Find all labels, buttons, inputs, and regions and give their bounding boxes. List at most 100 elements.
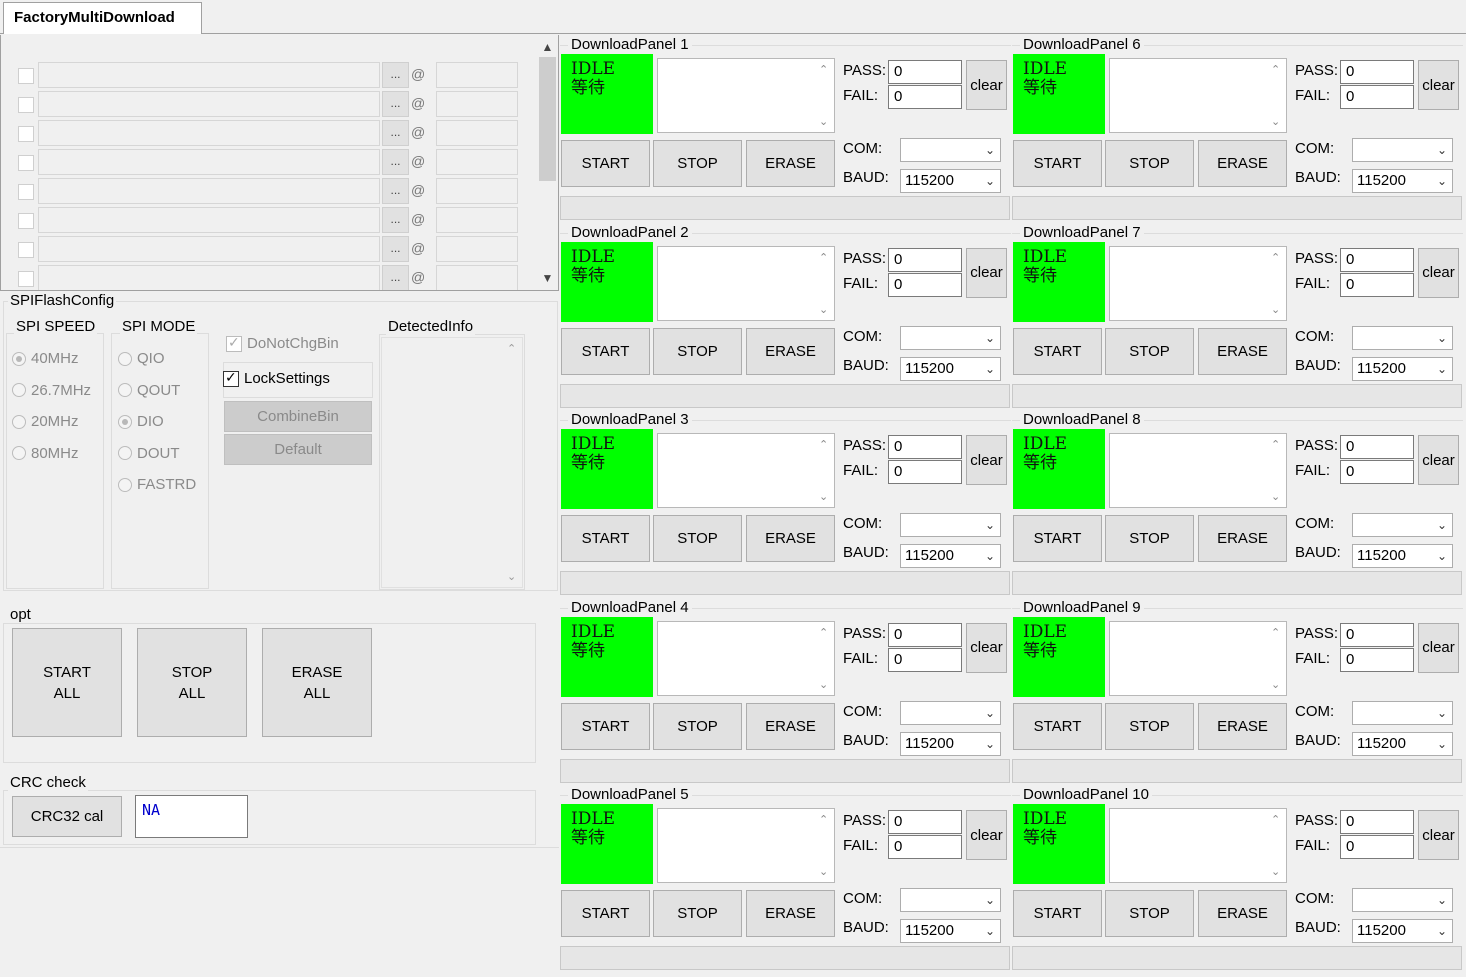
- erase-button[interactable]: ERASE: [746, 890, 835, 937]
- scroll-down-icon[interactable]: ⌄: [507, 570, 516, 583]
- donotchgbin-checkbox[interactable]: ✓ DoNotChgBin: [226, 334, 339, 352]
- scroll-down-icon[interactable]: ⌄: [1271, 115, 1280, 128]
- combinebin-button[interactable]: CombineBin: [224, 401, 372, 432]
- stop-button[interactable]: STOP: [653, 140, 742, 187]
- scroll-up-icon[interactable]: ⌃: [1271, 813, 1280, 826]
- radio-dio[interactable]: DIO: [118, 413, 164, 430]
- scroll-up-icon[interactable]: ⌃: [1271, 626, 1280, 639]
- bin-address-input[interactable]: [436, 236, 518, 262]
- pass-count-field[interactable]: 0: [888, 622, 962, 647]
- erase-button[interactable]: ERASE: [1198, 890, 1287, 937]
- bin-address-input[interactable]: [436, 91, 518, 117]
- baud-select[interactable]: 115200 ⌄: [1352, 356, 1453, 381]
- stop-button[interactable]: STOP: [653, 515, 742, 562]
- log-scrollbar[interactable]: ⌃ ⌄: [1268, 434, 1286, 507]
- clear-button[interactable]: clear: [1418, 810, 1459, 860]
- browse-button[interactable]: ...: [382, 120, 409, 146]
- bin-path-input[interactable]: [38, 149, 380, 175]
- start-button[interactable]: START: [561, 515, 650, 562]
- default-button[interactable]: Default: [224, 434, 372, 465]
- log-textarea[interactable]: ⌃ ⌄: [657, 245, 835, 321]
- log-textarea[interactable]: ⌃ ⌄: [657, 808, 835, 883]
- clear-button[interactable]: clear: [966, 435, 1007, 485]
- com-select[interactable]: ⌄: [1352, 888, 1453, 912]
- pass-count-field[interactable]: 0: [1340, 622, 1414, 647]
- scroll-down-icon[interactable]: ▼: [537, 268, 558, 288]
- fail-count-field[interactable]: 0: [1340, 85, 1414, 109]
- fail-count-field[interactable]: 0: [1340, 835, 1414, 859]
- pass-count-field[interactable]: 0: [888, 247, 962, 272]
- start-button[interactable]: START: [1013, 890, 1102, 937]
- scroll-down-icon[interactable]: ⌄: [819, 865, 828, 878]
- radio-qio[interactable]: QIO: [118, 350, 165, 367]
- erase-button[interactable]: ERASE: [1198, 702, 1287, 750]
- bin-enable-checkbox[interactable]: [18, 155, 34, 171]
- com-select[interactable]: ⌄: [900, 700, 1001, 725]
- fail-count-field[interactable]: 0: [888, 460, 962, 484]
- bin-address-input[interactable]: [436, 178, 518, 204]
- erase-button[interactable]: ERASE: [1198, 140, 1287, 187]
- start-button[interactable]: START: [561, 702, 650, 750]
- scroll-up-icon[interactable]: ⌃: [819, 251, 828, 264]
- bin-enable-checkbox[interactable]: [18, 68, 34, 84]
- stop-button[interactable]: STOP: [1105, 890, 1194, 937]
- bin-address-input[interactable]: [436, 149, 518, 175]
- baud-select[interactable]: 115200 ⌄: [900, 356, 1001, 381]
- stop-button[interactable]: STOP: [1105, 140, 1194, 187]
- bin-enable-checkbox[interactable]: [18, 213, 34, 229]
- pass-count-field[interactable]: 0: [1340, 435, 1414, 459]
- erase-button[interactable]: ERASE: [746, 327, 835, 375]
- log-textarea[interactable]: ⌃ ⌄: [657, 58, 835, 133]
- browse-button[interactable]: ...: [382, 91, 409, 117]
- bin-path-input[interactable]: [38, 62, 380, 88]
- detected-info-textarea[interactable]: ⌃ ⌄: [381, 337, 523, 588]
- scroll-down-icon[interactable]: ⌄: [819, 490, 828, 503]
- scroll-up-icon[interactable]: ⌃: [819, 626, 828, 639]
- bin-enable-checkbox[interactable]: [18, 184, 34, 200]
- bin-enable-checkbox[interactable]: [18, 271, 34, 287]
- baud-select[interactable]: 115200 ⌄: [900, 731, 1001, 756]
- bin-enable-checkbox[interactable]: [18, 97, 34, 113]
- browse-button[interactable]: ...: [382, 207, 409, 233]
- bin-address-input[interactable]: [436, 265, 518, 290]
- log-scrollbar[interactable]: ⌃ ⌄: [816, 59, 834, 132]
- log-scrollbar[interactable]: ⌃ ⌄: [816, 434, 834, 507]
- pass-count-field[interactable]: 0: [1340, 810, 1414, 834]
- com-select[interactable]: ⌄: [1352, 138, 1453, 162]
- com-select[interactable]: ⌄: [1352, 700, 1453, 725]
- bin-address-input[interactable]: [436, 62, 518, 88]
- scroll-up-icon[interactable]: ⌃: [819, 438, 828, 451]
- start-button[interactable]: START: [1013, 140, 1102, 187]
- com-select[interactable]: ⌄: [900, 513, 1001, 537]
- stop-button[interactable]: STOP: [1105, 515, 1194, 562]
- log-textarea[interactable]: ⌃ ⌄: [1109, 433, 1287, 508]
- fail-count-field[interactable]: 0: [1340, 647, 1414, 672]
- radio-dout[interactable]: DOUT: [118, 445, 180, 462]
- bin-path-input[interactable]: [38, 178, 380, 204]
- fail-count-field[interactable]: 0: [888, 835, 962, 859]
- bin-enable-checkbox[interactable]: [18, 126, 34, 142]
- erase-button[interactable]: ERASE: [1198, 515, 1287, 562]
- baud-select[interactable]: 115200 ⌄: [900, 919, 1001, 943]
- radio-qout[interactable]: QOUT: [118, 382, 180, 399]
- pass-count-field[interactable]: 0: [888, 810, 962, 834]
- clear-button[interactable]: clear: [966, 810, 1007, 860]
- radio-fastrd[interactable]: FASTRD: [118, 476, 196, 493]
- log-scrollbar[interactable]: ⌃ ⌄: [1268, 622, 1286, 695]
- scroll-down-icon[interactable]: ⌄: [819, 303, 828, 316]
- browse-button[interactable]: ...: [382, 62, 409, 88]
- stop-button[interactable]: STOP: [653, 702, 742, 750]
- scroll-up-icon[interactable]: ▲: [537, 37, 558, 57]
- clear-button[interactable]: clear: [1418, 60, 1459, 110]
- pass-count-field[interactable]: 0: [1340, 60, 1414, 84]
- stop-button[interactable]: STOP: [653, 890, 742, 937]
- radio-80mhz[interactable]: 80MHz: [12, 445, 79, 462]
- erase-all-button[interactable]: ERASE ALL: [262, 628, 372, 737]
- clear-button[interactable]: clear: [966, 622, 1007, 673]
- bin-address-input[interactable]: [436, 120, 518, 146]
- log-scrollbar[interactable]: ⌃ ⌄: [1268, 247, 1286, 320]
- locksettings-checkbox[interactable]: ✓ LockSettings: [223, 369, 330, 387]
- log-textarea[interactable]: ⌃ ⌄: [657, 620, 835, 696]
- baud-select[interactable]: 115200 ⌄: [900, 169, 1001, 193]
- start-button[interactable]: START: [561, 890, 650, 937]
